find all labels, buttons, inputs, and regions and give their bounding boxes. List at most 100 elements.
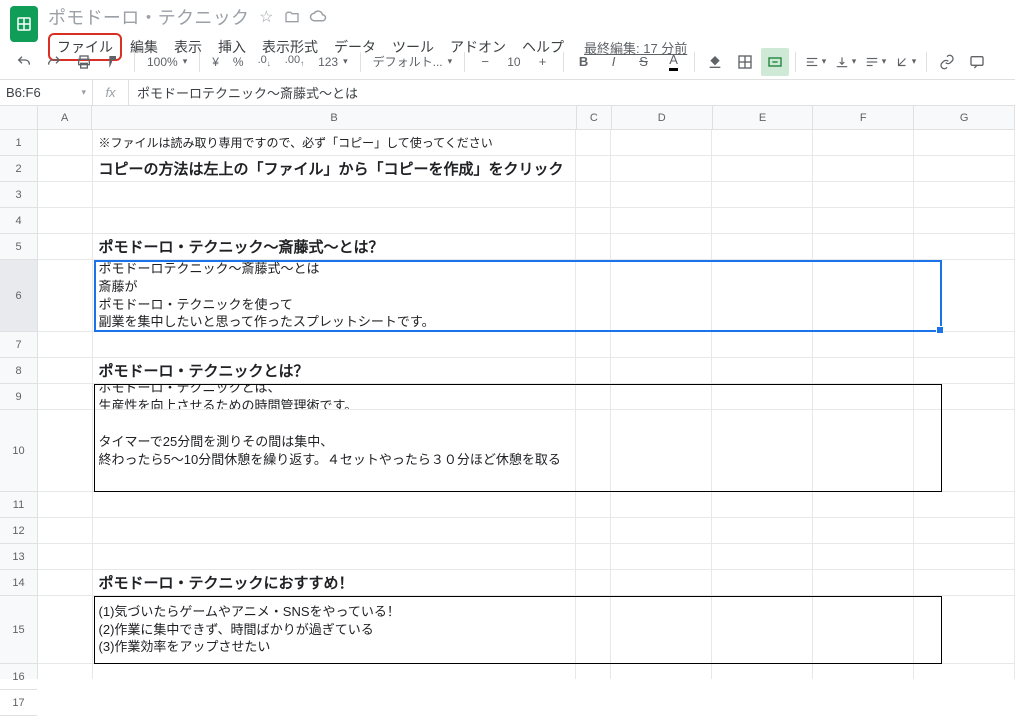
- row-header-17[interactable]: 17: [0, 690, 37, 716]
- row-header-16[interactable]: 16: [0, 664, 37, 690]
- cell-C12[interactable]: [576, 518, 611, 543]
- row-header-11[interactable]: 11: [0, 492, 37, 518]
- strikethrough-button[interactable]: S: [630, 48, 658, 76]
- row-header-10[interactable]: 10: [0, 410, 37, 492]
- cell-C3[interactable]: [576, 182, 611, 207]
- cell-A4[interactable]: [38, 208, 93, 233]
- cell-E16[interactable]: [712, 664, 813, 679]
- cell-D3[interactable]: [611, 182, 712, 207]
- cell-C10[interactable]: [576, 410, 611, 491]
- cell-C5[interactable]: [576, 234, 611, 259]
- row-header-5[interactable]: 5: [0, 234, 37, 260]
- cell-A2[interactable]: [38, 156, 93, 181]
- cell-G15[interactable]: [914, 596, 1015, 663]
- cell-D1[interactable]: [611, 130, 712, 155]
- cell-D9[interactable]: [611, 384, 712, 409]
- font-size-decrease[interactable]: −: [471, 48, 499, 76]
- horizontal-align-button[interactable]: [802, 48, 830, 76]
- row-header-6[interactable]: 6: [0, 260, 37, 332]
- cell-F15[interactable]: [813, 596, 914, 663]
- percent-button[interactable]: %: [227, 49, 250, 75]
- cell-D7[interactable]: [611, 332, 712, 357]
- cell-E10[interactable]: [712, 410, 813, 491]
- move-icon[interactable]: [283, 8, 301, 26]
- cell-B3[interactable]: [93, 182, 577, 207]
- cell-A7[interactable]: [38, 332, 93, 357]
- cell-F7[interactable]: [813, 332, 914, 357]
- redo-button[interactable]: [40, 48, 68, 76]
- cell-E13[interactable]: [712, 544, 813, 569]
- font-size-increase[interactable]: +: [529, 48, 557, 76]
- cell-F5[interactable]: [813, 234, 914, 259]
- italic-button[interactable]: I: [600, 48, 628, 76]
- cell-B13[interactable]: [93, 544, 577, 569]
- font-select[interactable]: デフォルト...: [367, 49, 459, 75]
- cell-G8[interactable]: [914, 358, 1015, 383]
- cell-A1[interactable]: [38, 130, 93, 155]
- vertical-align-button[interactable]: [832, 48, 860, 76]
- cell-F14[interactable]: [813, 570, 914, 595]
- cell-G11[interactable]: [914, 492, 1015, 517]
- col-header-G[interactable]: G: [914, 106, 1015, 129]
- cell-G4[interactable]: [914, 208, 1015, 233]
- cell-C13[interactable]: [576, 544, 611, 569]
- cell-E14[interactable]: [712, 570, 813, 595]
- cell-D6[interactable]: [611, 260, 712, 331]
- more-formats-button[interactable]: 123: [312, 49, 354, 75]
- star-icon[interactable]: ☆: [257, 8, 275, 26]
- cell-E8[interactable]: [712, 358, 813, 383]
- cell-G13[interactable]: [914, 544, 1015, 569]
- cell-E6[interactable]: [712, 260, 813, 331]
- cell-E3[interactable]: [712, 182, 813, 207]
- cell-D11[interactable]: [611, 492, 712, 517]
- cell-F6[interactable]: [813, 260, 914, 331]
- row-header-4[interactable]: 4: [0, 208, 37, 234]
- row-header-9[interactable]: 9: [0, 384, 37, 410]
- zoom-select[interactable]: 100%: [141, 49, 193, 75]
- paint-format-button[interactable]: [100, 48, 128, 76]
- cell-A16[interactable]: [38, 664, 93, 679]
- cell-B10[interactable]: タイマーで25分間を測りその間は集中、 終わったら5～10分間休憩を繰り返す。４…: [93, 410, 577, 491]
- row-header-1[interactable]: 1: [0, 130, 37, 156]
- cell-F9[interactable]: [813, 384, 914, 409]
- cell-F3[interactable]: [813, 182, 914, 207]
- cell-B16[interactable]: [93, 664, 577, 679]
- cell-D8[interactable]: [611, 358, 712, 383]
- cell-B1[interactable]: ※ファイルは読み取り専用ですので、必ず「コピー」して使ってください: [93, 130, 577, 155]
- cell-A15[interactable]: [38, 596, 93, 663]
- cell-D4[interactable]: [611, 208, 712, 233]
- cell-C14[interactable]: [576, 570, 611, 595]
- cell-B6[interactable]: ポモドーロテクニック～斎藤式～とは 斎藤が ポモドーロ・テクニックを使って 副業…: [93, 260, 577, 331]
- decrease-decimal-button[interactable]: .0↓: [252, 49, 277, 75]
- cell-A10[interactable]: [38, 410, 93, 491]
- cell-G12[interactable]: [914, 518, 1015, 543]
- sheets-logo[interactable]: [10, 6, 38, 42]
- cell-F8[interactable]: [813, 358, 914, 383]
- cell-E1[interactable]: [712, 130, 813, 155]
- row-header-15[interactable]: 15: [0, 596, 37, 664]
- cell-A12[interactable]: [38, 518, 93, 543]
- cell-C7[interactable]: [576, 332, 611, 357]
- cell-F16[interactable]: [813, 664, 914, 679]
- formula-bar[interactable]: ポモドーロテクニック～斎藤式～とは: [129, 83, 1015, 102]
- cell-A5[interactable]: [38, 234, 93, 259]
- cell-C6[interactable]: [576, 260, 611, 331]
- text-color-button[interactable]: A: [660, 48, 688, 76]
- cell-B4[interactable]: [93, 208, 577, 233]
- cloud-status-icon[interactable]: [309, 8, 327, 26]
- col-header-A[interactable]: A: [38, 106, 92, 129]
- cell-A13[interactable]: [38, 544, 93, 569]
- row-header-12[interactable]: 12: [0, 518, 37, 544]
- cell-B5[interactable]: ポモドーロ・テクニック～斎藤式～とは？: [93, 234, 577, 259]
- col-header-D[interactable]: D: [612, 106, 713, 129]
- select-all-corner[interactable]: [0, 106, 37, 130]
- col-header-C[interactable]: C: [577, 106, 612, 129]
- print-button[interactable]: [70, 48, 98, 76]
- merge-cells-button[interactable]: [761, 48, 789, 76]
- cell-B9[interactable]: ポモドーロ・テクニックとは、 生産性を向上させるための時間管理術です。: [93, 384, 577, 409]
- cell-B12[interactable]: [93, 518, 577, 543]
- cell-B11[interactable]: [93, 492, 577, 517]
- cell-D15[interactable]: [611, 596, 712, 663]
- cell-C8[interactable]: [576, 358, 611, 383]
- cell-C4[interactable]: [576, 208, 611, 233]
